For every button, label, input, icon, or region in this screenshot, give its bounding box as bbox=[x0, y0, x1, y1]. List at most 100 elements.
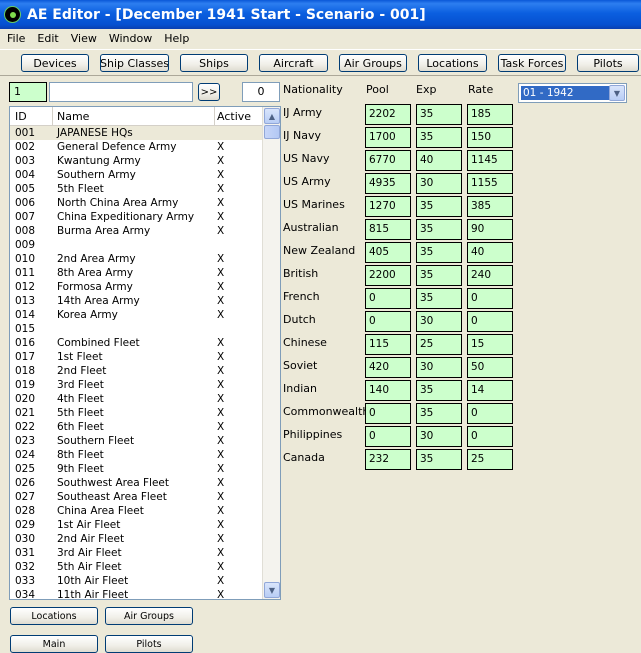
rate-field[interactable]: 15 bbox=[467, 334, 513, 355]
pool-field[interactable]: 405 bbox=[365, 242, 411, 263]
pool-field[interactable]: 115 bbox=[365, 334, 411, 355]
pool-field[interactable]: 0 bbox=[365, 288, 411, 309]
table-row[interactable]: 013 14th Area Army X bbox=[10, 294, 262, 308]
menu-edit[interactable]: Edit bbox=[30, 32, 63, 45]
table-row[interactable]: 030 2nd Air Fleet X bbox=[10, 532, 262, 546]
pool-field[interactable]: 6770 bbox=[365, 150, 411, 171]
table-row[interactable]: 027 Southeast Area Fleet X bbox=[10, 490, 262, 504]
table-row[interactable]: 029 1st Air Fleet X bbox=[10, 518, 262, 532]
main-button[interactable]: Main bbox=[10, 635, 98, 653]
table-row[interactable]: 012 Formosa Army X bbox=[10, 280, 262, 294]
pool-field[interactable]: 0 bbox=[365, 403, 411, 424]
list-scrollbar[interactable]: ▲ ▼ bbox=[262, 107, 280, 599]
air-groups-button[interactable]: Air Groups bbox=[339, 54, 407, 72]
task-forces-button[interactable]: Task Forces bbox=[498, 54, 566, 72]
col-active[interactable]: Active bbox=[217, 110, 251, 123]
exp-field[interactable]: 30 bbox=[416, 173, 462, 194]
table-row[interactable]: 018 2nd Fleet X bbox=[10, 364, 262, 378]
exp-field[interactable]: 35 bbox=[416, 127, 462, 148]
table-row[interactable]: 006 North China Area Army X bbox=[10, 196, 262, 210]
scroll-up-icon[interactable]: ▲ bbox=[264, 108, 280, 124]
rate-field[interactable]: 25 bbox=[467, 449, 513, 470]
pool-field[interactable]: 2202 bbox=[365, 104, 411, 125]
bottom-air-groups-button[interactable]: Air Groups bbox=[105, 607, 193, 625]
rate-field[interactable]: 0 bbox=[467, 311, 513, 332]
rate-field[interactable]: 14 bbox=[467, 380, 513, 401]
table-row[interactable]: 016 Combined Fleet X bbox=[10, 336, 262, 350]
rate-field[interactable]: 1155 bbox=[467, 173, 513, 194]
table-row[interactable]: 010 2nd Area Army X bbox=[10, 252, 262, 266]
pool-field[interactable]: 0 bbox=[365, 426, 411, 447]
exp-field[interactable]: 40 bbox=[416, 150, 462, 171]
rate-field[interactable]: 150 bbox=[467, 127, 513, 148]
chevron-down-icon[interactable]: ▼ bbox=[609, 85, 625, 101]
rate-field[interactable]: 0 bbox=[467, 288, 513, 309]
pool-field[interactable]: 0 bbox=[365, 311, 411, 332]
exp-field[interactable]: 35 bbox=[416, 288, 462, 309]
exp-field[interactable]: 30 bbox=[416, 426, 462, 447]
devices-button[interactable]: Devices bbox=[21, 54, 89, 72]
table-row[interactable]: 026 Southwest Area Fleet X bbox=[10, 476, 262, 490]
rate-field[interactable]: 50 bbox=[467, 357, 513, 378]
menu-help[interactable]: Help bbox=[157, 32, 194, 45]
table-row[interactable]: 020 4th Fleet X bbox=[10, 392, 262, 406]
rate-field[interactable]: 0 bbox=[467, 403, 513, 424]
hq-list[interactable]: ID Name Active 001 JAPANESE HQs 002 General… bbox=[9, 106, 281, 600]
table-row[interactable]: 031 3rd Air Fleet X bbox=[10, 546, 262, 560]
table-row[interactable]: 024 8th Fleet X bbox=[10, 448, 262, 462]
table-row[interactable]: 034 11th Air Fleet X bbox=[10, 588, 262, 599]
table-row[interactable]: 032 5th Air Fleet X bbox=[10, 560, 262, 574]
table-row[interactable]: 017 1st Fleet X bbox=[10, 350, 262, 364]
bottom-locations-button[interactable]: Locations bbox=[10, 607, 98, 625]
menu-file[interactable]: File bbox=[0, 32, 30, 45]
table-row[interactable]: 011 8th Area Army X bbox=[10, 266, 262, 280]
exp-field[interactable]: 35 bbox=[416, 449, 462, 470]
table-row[interactable]: 019 3rd Fleet X bbox=[10, 378, 262, 392]
table-row[interactable]: 023 Southern Fleet X bbox=[10, 434, 262, 448]
exp-field[interactable]: 35 bbox=[416, 104, 462, 125]
table-row[interactable]: 004 Southern Army X bbox=[10, 168, 262, 182]
scroll-down-icon[interactable]: ▼ bbox=[264, 582, 280, 598]
table-row[interactable]: 015 bbox=[10, 322, 262, 336]
name-search-input[interactable] bbox=[49, 82, 193, 102]
rate-field[interactable]: 240 bbox=[467, 265, 513, 286]
table-row[interactable]: 001 JAPANESE HQs bbox=[10, 126, 262, 140]
table-row[interactable]: 008 Burma Area Army X bbox=[10, 224, 262, 238]
date-select[interactable]: 01 - 1942 ▼ bbox=[518, 83, 627, 103]
exp-field[interactable]: 35 bbox=[416, 196, 462, 217]
table-row[interactable]: 007 China Expeditionary Army X bbox=[10, 210, 262, 224]
exp-field[interactable]: 35 bbox=[416, 403, 462, 424]
pool-field[interactable]: 1270 bbox=[365, 196, 411, 217]
exp-field[interactable]: 25 bbox=[416, 334, 462, 355]
menu-view[interactable]: View bbox=[64, 32, 102, 45]
rate-field[interactable]: 1145 bbox=[467, 150, 513, 171]
ship-classes-button[interactable]: Ship Classes bbox=[100, 54, 169, 72]
rate-field[interactable]: 40 bbox=[467, 242, 513, 263]
bottom-pilots-button[interactable]: Pilots bbox=[105, 635, 193, 653]
pool-field[interactable]: 4935 bbox=[365, 173, 411, 194]
table-row[interactable]: 022 6th Fleet X bbox=[10, 420, 262, 434]
exp-field[interactable]: 35 bbox=[416, 242, 462, 263]
pilots-button[interactable]: Pilots bbox=[577, 54, 639, 72]
exp-field[interactable]: 35 bbox=[416, 265, 462, 286]
table-row[interactable]: 028 China Area Fleet X bbox=[10, 504, 262, 518]
exp-field[interactable]: 30 bbox=[416, 311, 462, 332]
rate-field[interactable]: 385 bbox=[467, 196, 513, 217]
table-row[interactable]: 002 General Defence Army X bbox=[10, 140, 262, 154]
locations-button[interactable]: Locations bbox=[418, 54, 487, 72]
id-input[interactable]: 1 bbox=[9, 82, 47, 102]
table-row[interactable]: 025 9th Fleet X bbox=[10, 462, 262, 476]
pool-field[interactable]: 2200 bbox=[365, 265, 411, 286]
pool-field[interactable]: 815 bbox=[365, 219, 411, 240]
pool-field[interactable]: 140 bbox=[365, 380, 411, 401]
pool-field[interactable]: 232 bbox=[365, 449, 411, 470]
exp-field[interactable]: 35 bbox=[416, 219, 462, 240]
aircraft-button[interactable]: Aircraft bbox=[259, 54, 328, 72]
rate-field[interactable]: 185 bbox=[467, 104, 513, 125]
ships-button[interactable]: Ships bbox=[180, 54, 248, 72]
table-row[interactable]: 014 Korea Army X bbox=[10, 308, 262, 322]
exp-field[interactable]: 35 bbox=[416, 380, 462, 401]
go-button[interactable]: >> bbox=[198, 83, 220, 101]
pool-field[interactable]: 1700 bbox=[365, 127, 411, 148]
scroll-thumb[interactable] bbox=[264, 125, 280, 139]
